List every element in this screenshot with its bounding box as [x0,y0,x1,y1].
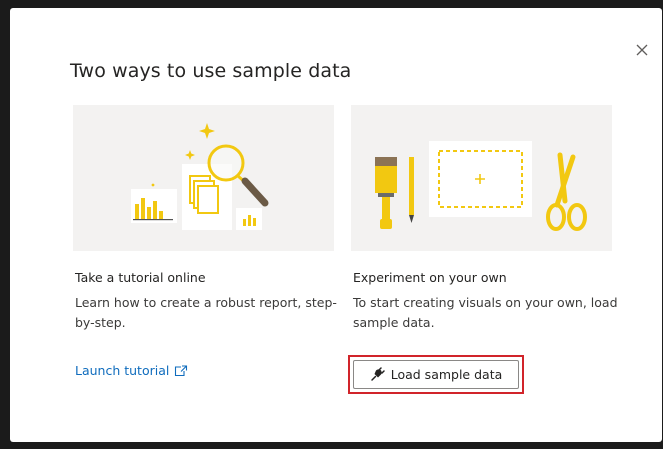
launch-tutorial-link[interactable]: Launch tutorial [75,363,188,378]
experiment-illustration [351,105,612,251]
tutorial-card-title: Take a tutorial online [75,270,206,285]
tutorial-card-description: Learn how to create a robust report, ste… [75,295,337,330]
tutorial-illustration [73,105,334,251]
load-sample-data-label: Load sample data [390,367,503,382]
load-sample-data-button[interactable]: Load sample data [353,360,519,389]
close-icon [636,44,648,56]
plug-icon [370,367,385,381]
launch-tutorial-label: Launch tutorial [75,363,170,378]
experiment-card-description: To start creating visuals on your own, l… [353,295,618,330]
external-link-icon [175,364,188,376]
sample-data-dialog: Two ways to use sample data Take a tutor… [10,8,662,442]
dialog-title: Two ways to use sample data [70,60,352,82]
close-button[interactable] [632,40,652,60]
experiment-card-title: Experiment on your own [353,270,507,285]
